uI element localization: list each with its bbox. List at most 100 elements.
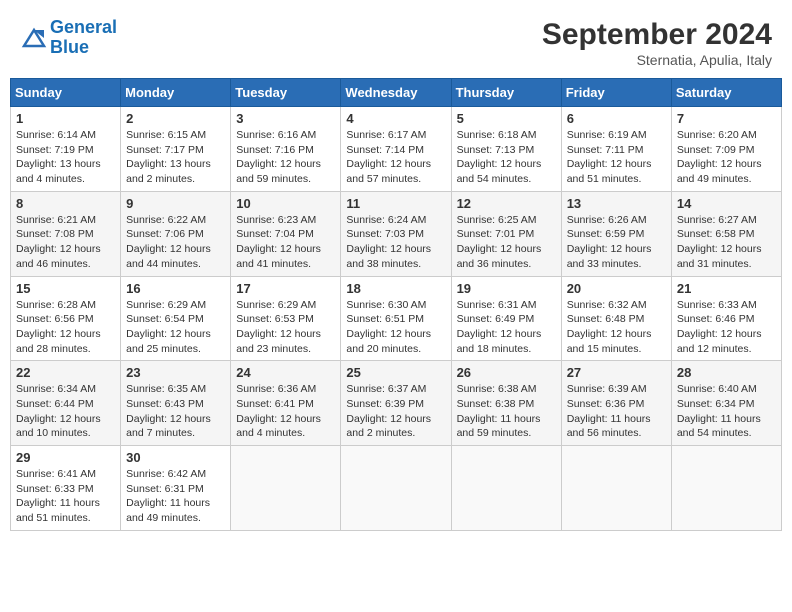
day-header-saturday: Saturday <box>671 79 781 107</box>
cell-info: Sunrise: 6:15 AMSunset: 7:17 PMDaylight:… <box>126 128 225 187</box>
cell-info: Sunrise: 6:27 AMSunset: 6:58 PMDaylight:… <box>677 213 776 272</box>
day-number: 6 <box>567 111 666 126</box>
day-number: 24 <box>236 365 335 380</box>
cell-info: Sunrise: 6:20 AMSunset: 7:09 PMDaylight:… <box>677 128 776 187</box>
calendar-cell: 7 Sunrise: 6:20 AMSunset: 7:09 PMDaylight… <box>671 107 781 192</box>
day-number: 2 <box>126 111 225 126</box>
cell-info: Sunrise: 6:37 AMSunset: 6:39 PMDaylight:… <box>346 382 445 441</box>
calendar-week-1: 1 Sunrise: 6:14 AMSunset: 7:19 PMDaylight… <box>11 107 782 192</box>
calendar-cell: 9 Sunrise: 6:22 AMSunset: 7:06 PMDaylight… <box>121 191 231 276</box>
calendar-cell: 17 Sunrise: 6:29 AMSunset: 6:53 PMDayligh… <box>231 276 341 361</box>
cell-info: Sunrise: 6:18 AMSunset: 7:13 PMDaylight:… <box>457 128 556 187</box>
calendar-cell: 24 Sunrise: 6:36 AMSunset: 6:41 PMDayligh… <box>231 361 341 446</box>
logo-text: General Blue <box>50 18 117 58</box>
day-number: 3 <box>236 111 335 126</box>
location-subtitle: Sternatia, Apulia, Italy <box>542 52 772 68</box>
calendar-cell: 15 Sunrise: 6:28 AMSunset: 6:56 PMDayligh… <box>11 276 121 361</box>
day-number: 4 <box>346 111 445 126</box>
day-number: 1 <box>16 111 115 126</box>
cell-info: Sunrise: 6:31 AMSunset: 6:49 PMDaylight:… <box>457 298 556 357</box>
day-number: 17 <box>236 281 335 296</box>
calendar-cell: 12 Sunrise: 6:25 AMSunset: 7:01 PMDayligh… <box>451 191 561 276</box>
day-header-thursday: Thursday <box>451 79 561 107</box>
cell-info: Sunrise: 6:17 AMSunset: 7:14 PMDaylight:… <box>346 128 445 187</box>
logo: General Blue <box>20 18 117 58</box>
cell-info: Sunrise: 6:29 AMSunset: 6:54 PMDaylight:… <box>126 298 225 357</box>
calendar-cell: 8 Sunrise: 6:21 AMSunset: 7:08 PMDaylight… <box>11 191 121 276</box>
cell-info: Sunrise: 6:34 AMSunset: 6:44 PMDaylight:… <box>16 382 115 441</box>
day-number: 11 <box>346 196 445 211</box>
calendar-cell: 10 Sunrise: 6:23 AMSunset: 7:04 PMDayligh… <box>231 191 341 276</box>
day-header-monday: Monday <box>121 79 231 107</box>
cell-info: Sunrise: 6:35 AMSunset: 6:43 PMDaylight:… <box>126 382 225 441</box>
calendar-cell <box>561 446 671 531</box>
calendar-cell: 6 Sunrise: 6:19 AMSunset: 7:11 PMDaylight… <box>561 107 671 192</box>
calendar-cell: 28 Sunrise: 6:40 AMSunset: 6:34 PMDayligh… <box>671 361 781 446</box>
day-number: 9 <box>126 196 225 211</box>
day-number: 30 <box>126 450 225 465</box>
calendar-cell: 2 Sunrise: 6:15 AMSunset: 7:17 PMDaylight… <box>121 107 231 192</box>
calendar-week-2: 8 Sunrise: 6:21 AMSunset: 7:08 PMDaylight… <box>11 191 782 276</box>
day-number: 15 <box>16 281 115 296</box>
calendar-cell: 26Sunrise: 6:38 AMSunset: 6:38 PMDayligh… <box>451 361 561 446</box>
day-number: 27 <box>567 365 666 380</box>
cell-info: Sunrise: 6:22 AMSunset: 7:06 PMDaylight:… <box>126 213 225 272</box>
cell-info: Sunrise: 6:40 AMSunset: 6:34 PMDaylight:… <box>677 382 776 441</box>
calendar-cell: 23 Sunrise: 6:35 AMSunset: 6:43 PMDayligh… <box>121 361 231 446</box>
calendar-week-4: 22 Sunrise: 6:34 AMSunset: 6:44 PMDayligh… <box>11 361 782 446</box>
cell-info: Sunrise: 6:41 AMSunset: 6:33 PMDaylight:… <box>16 467 115 526</box>
day-number: 28 <box>677 365 776 380</box>
day-header-wednesday: Wednesday <box>341 79 451 107</box>
cell-info: Sunrise: 6:23 AMSunset: 7:04 PMDaylight:… <box>236 213 335 272</box>
day-number: 7 <box>677 111 776 126</box>
cell-info: Sunrise: 6:25 AMSunset: 7:01 PMDaylight:… <box>457 213 556 272</box>
calendar-cell: 5Sunrise: 6:18 AMSunset: 7:13 PMDaylight… <box>451 107 561 192</box>
calendar-cell: 1 Sunrise: 6:14 AMSunset: 7:19 PMDaylight… <box>11 107 121 192</box>
day-number: 29 <box>16 450 115 465</box>
day-number: 20 <box>567 281 666 296</box>
day-header-tuesday: Tuesday <box>231 79 341 107</box>
cell-info: Sunrise: 6:28 AMSunset: 6:56 PMDaylight:… <box>16 298 115 357</box>
calendar-cell: 13Sunrise: 6:26 AMSunset: 6:59 PMDayligh… <box>561 191 671 276</box>
day-header-sunday: Sunday <box>11 79 121 107</box>
day-number: 22 <box>16 365 115 380</box>
cell-info: Sunrise: 6:21 AMSunset: 7:08 PMDaylight:… <box>16 213 115 272</box>
calendar-cell: 3 Sunrise: 6:16 AMSunset: 7:16 PMDaylight… <box>231 107 341 192</box>
calendar-header-row: SundayMondayTuesdayWednesdayThursdayFrid… <box>11 79 782 107</box>
calendar-cell: 27 Sunrise: 6:39 AMSunset: 6:36 PMDayligh… <box>561 361 671 446</box>
day-number: 8 <box>16 196 115 211</box>
cell-info: Sunrise: 6:16 AMSunset: 7:16 PMDaylight:… <box>236 128 335 187</box>
cell-info: Sunrise: 6:24 AMSunset: 7:03 PMDaylight:… <box>346 213 445 272</box>
calendar-cell <box>671 446 781 531</box>
cell-info: Sunrise: 6:19 AMSunset: 7:11 PMDaylight:… <box>567 128 666 187</box>
cell-info: Sunrise: 6:36 AMSunset: 6:41 PMDaylight:… <box>236 382 335 441</box>
calendar-cell: 4 Sunrise: 6:17 AMSunset: 7:14 PMDaylight… <box>341 107 451 192</box>
calendar-cell <box>341 446 451 531</box>
day-number: 14 <box>677 196 776 211</box>
cell-info: Sunrise: 6:29 AMSunset: 6:53 PMDaylight:… <box>236 298 335 357</box>
logo-icon <box>20 24 48 52</box>
cell-info: Sunrise: 6:26 AMSunset: 6:59 PMDaylight:… <box>567 213 666 272</box>
calendar-table: SundayMondayTuesdayWednesdayThursdayFrid… <box>10 78 782 531</box>
calendar-cell: 30 Sunrise: 6:42 AMSunset: 6:31 PMDayligh… <box>121 446 231 531</box>
cell-info: Sunrise: 6:39 AMSunset: 6:36 PMDaylight:… <box>567 382 666 441</box>
day-number: 10 <box>236 196 335 211</box>
day-number: 25 <box>346 365 445 380</box>
calendar-cell: 14 Sunrise: 6:27 AMSunset: 6:58 PMDayligh… <box>671 191 781 276</box>
cell-info: Sunrise: 6:30 AMSunset: 6:51 PMDaylight:… <box>346 298 445 357</box>
cell-info: Sunrise: 6:38 AMSunset: 6:38 PMDaylight:… <box>457 382 556 441</box>
title-block: September 2024 Sternatia, Apulia, Italy <box>542 18 772 68</box>
cell-info: Sunrise: 6:32 AMSunset: 6:48 PMDaylight:… <box>567 298 666 357</box>
cell-info: Sunrise: 6:14 AMSunset: 7:19 PMDaylight:… <box>16 128 115 187</box>
calendar-cell: 18Sunrise: 6:30 AMSunset: 6:51 PMDayligh… <box>341 276 451 361</box>
day-number: 21 <box>677 281 776 296</box>
day-number: 19 <box>457 281 556 296</box>
calendar-cell: 20 Sunrise: 6:32 AMSunset: 6:48 PMDayligh… <box>561 276 671 361</box>
calendar-cell: 19 Sunrise: 6:31 AMSunset: 6:49 PMDayligh… <box>451 276 561 361</box>
page-header: General Blue September 2024 Sternatia, A… <box>10 10 782 74</box>
day-number: 23 <box>126 365 225 380</box>
cell-info: Sunrise: 6:42 AMSunset: 6:31 PMDaylight:… <box>126 467 225 526</box>
day-number: 12 <box>457 196 556 211</box>
calendar-cell <box>451 446 561 531</box>
calendar-cell: 22 Sunrise: 6:34 AMSunset: 6:44 PMDayligh… <box>11 361 121 446</box>
